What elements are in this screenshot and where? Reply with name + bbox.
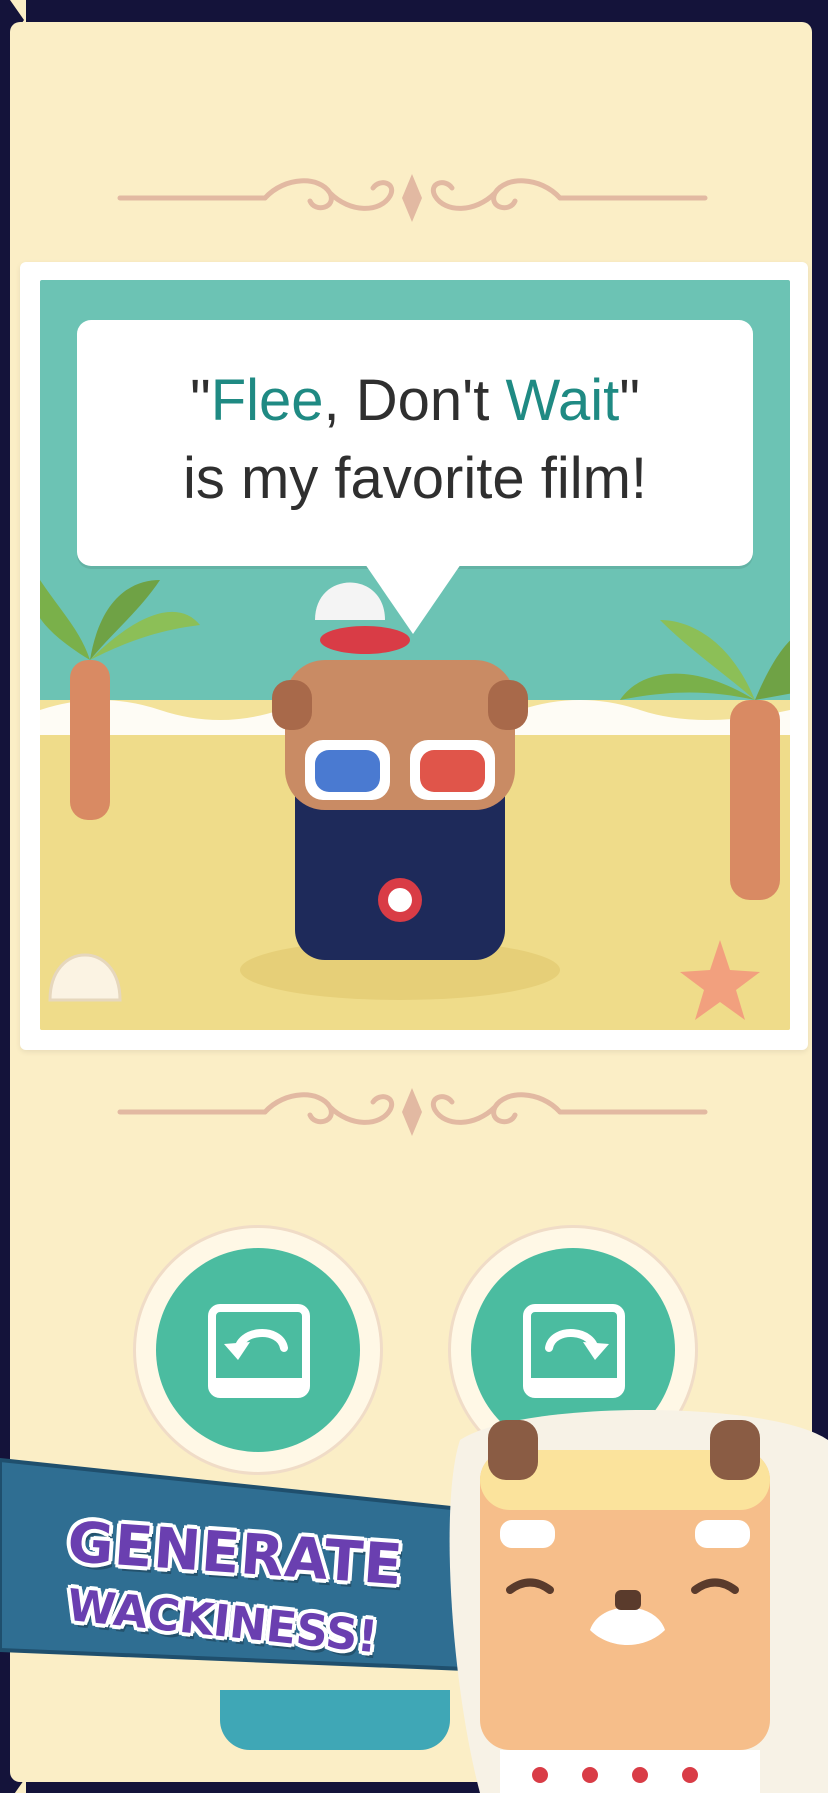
rotate-left-button[interactable] [133, 1225, 383, 1475]
speech-bubble-text: "Flee, Don't Wait" is my favorite film! [77, 362, 753, 518]
bottom-button-partial[interactable] [220, 1690, 450, 1750]
bottom-ornament-divider [117, 1088, 708, 1136]
rotate-counterclockwise-icon [208, 1304, 310, 1398]
speech-bubble: "Flee, Don't Wait" is my favorite film! [77, 320, 753, 566]
highlight-word-flee: Flee [210, 368, 324, 433]
speech-separator: , Don't [323, 368, 506, 433]
rotate-left-button-face[interactable] [156, 1248, 360, 1452]
top-ornament-divider [117, 174, 708, 222]
highlight-word-wait: Wait [505, 368, 620, 433]
speech-line-1: "Flee, Don't Wait" [77, 362, 753, 440]
speech-bubble-tail [365, 564, 461, 634]
speech-line-2: is my favorite film! [182, 446, 648, 511]
fluffy-mascot-character [449, 1410, 828, 1793]
quote-open: " [190, 368, 211, 433]
quote-close: " [619, 368, 640, 433]
